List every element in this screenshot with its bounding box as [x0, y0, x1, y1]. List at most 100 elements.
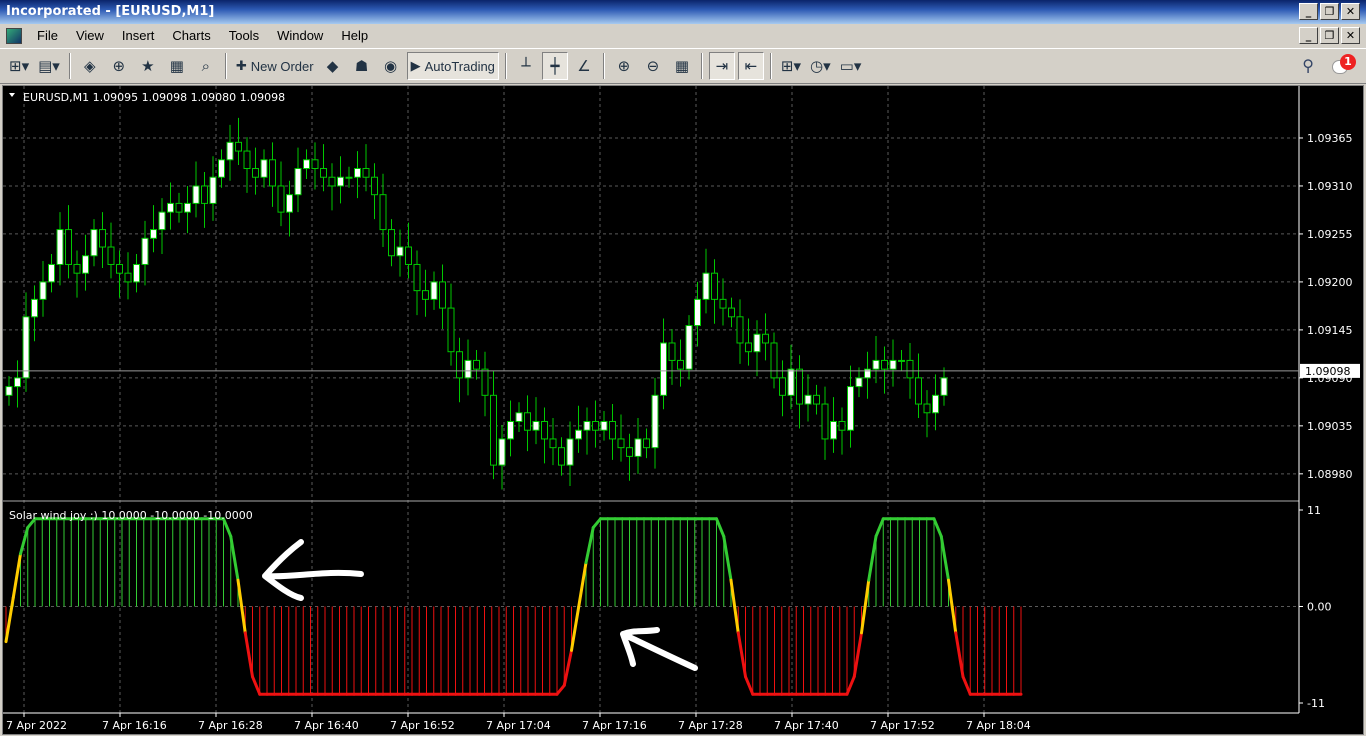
candle	[549, 438, 557, 449]
candle	[184, 202, 191, 213]
candle	[14, 377, 21, 388]
navigator-button[interactable]: ★	[135, 52, 161, 80]
strategy-tester-button[interactable]: ⌕	[193, 52, 219, 80]
zoom-out-icon[interactable]: ⊖	[640, 52, 666, 80]
autotrading-button[interactable]: ▶ AutoTrading	[406, 52, 499, 80]
candlesticks-button[interactable]: ┿	[541, 52, 568, 80]
market-button[interactable]: ◉	[378, 52, 404, 80]
close-button[interactable]: ✕	[1341, 3, 1360, 20]
zoom-in-icon[interactable]: ⊕	[611, 52, 637, 80]
menu-window[interactable]: Window	[268, 28, 332, 43]
indicator-line-segment	[852, 631, 863, 679]
terminal-button[interactable]: ▦	[164, 52, 190, 80]
toolbar: ⊞▾ ▤▾ ◈ ⊕ ★ ▦ ⌕ ✚ New Order ◆ ☗ ◉ ▶ AutoTr…	[0, 48, 1366, 84]
chevron-down-icon[interactable]	[9, 93, 15, 97]
candle	[770, 342, 778, 379]
menu-view[interactable]: View	[67, 28, 113, 43]
current-price-label: 1.09098	[1305, 365, 1351, 378]
indicator-line-segment	[722, 534, 733, 582]
candle	[906, 359, 914, 379]
new-order-label: New Order	[250, 58, 314, 74]
indicator-line-segment	[251, 675, 262, 696]
price-chart[interactable]: 1.09365 1.09310 1.09255 1.09200 1.09145 1.090…	[3, 86, 1364, 735]
mdi-minimize-button[interactable]: _	[1299, 27, 1318, 44]
indicator-plot	[4, 517, 1023, 696]
menu-file[interactable]: File	[28, 28, 67, 43]
candle	[56, 229, 64, 265]
search-icon[interactable]: ⚲	[1302, 56, 1314, 75]
candle	[821, 403, 829, 440]
minimize-button[interactable]: _	[1299, 3, 1318, 20]
time-tick-label: 7 Apr 16:28	[198, 719, 263, 732]
chart-axes: 1.09365 1.09310 1.09255 1.09200 1.09145 1.090…	[3, 86, 1360, 732]
title-bar: Incorporated - [EURUSD,M1] _ ❐ ✕	[0, 0, 1366, 24]
indicator-line-segment	[947, 578, 958, 635]
price-tick-label: 1.09365	[1307, 132, 1353, 145]
templates-button[interactable]: ▭▾	[837, 52, 865, 80]
profiles-button[interactable]: ▤▾	[35, 52, 63, 80]
indicators-button[interactable]: ⊞▾	[778, 52, 804, 80]
candle	[660, 342, 667, 396]
chart-shift-button[interactable]: ⇤	[737, 52, 764, 80]
candle	[583, 420, 591, 431]
notification-count: 1	[1340, 54, 1356, 70]
data-window-button[interactable]: ⊕	[106, 52, 132, 80]
candle	[354, 168, 361, 178]
candle	[124, 272, 132, 283]
candle	[5, 386, 13, 396]
indicator-line-segment	[954, 631, 965, 679]
menu-help[interactable]: Help	[332, 28, 377, 43]
time-tick-label: 7 Apr 2022	[6, 719, 67, 732]
toolbar-separator	[504, 53, 507, 79]
candle	[940, 377, 948, 396]
candle	[541, 420, 548, 440]
mdi-close-button[interactable]: ✕	[1341, 27, 1360, 44]
menu-tools[interactable]: Tools	[220, 28, 268, 43]
candle	[260, 159, 268, 178]
candle	[328, 176, 336, 187]
candle	[813, 394, 820, 405]
menu-insert[interactable]: Insert	[113, 28, 164, 43]
bar-chart-button[interactable]: ┴	[513, 52, 539, 80]
mdi-restore-button[interactable]: ❐	[1320, 27, 1339, 44]
annotation-arrows	[262, 539, 698, 671]
line-chart-button[interactable]: ∠	[571, 52, 597, 80]
chart-window[interactable]: 1.09365 1.09310 1.09255 1.09200 1.09145 1.090…	[2, 85, 1364, 735]
menu-bar: File View Insert Charts Tools Window Hel…	[0, 24, 1366, 47]
periods-button[interactable]: ◷▾	[807, 52, 834, 80]
new-chart-button[interactable]: ⊞▾	[6, 52, 32, 80]
price-tick-label: 1.09255	[1307, 228, 1353, 241]
candle	[456, 351, 463, 379]
auto-scroll-button[interactable]: ⇥	[708, 52, 735, 80]
candle	[243, 150, 251, 170]
candle	[600, 420, 608, 431]
tile-windows-button[interactable]: ▦	[669, 52, 695, 80]
candle	[566, 438, 574, 466]
candle	[889, 359, 897, 370]
market-watch-button[interactable]: ◈	[77, 52, 103, 80]
menu-charts[interactable]: Charts	[163, 28, 219, 43]
signals-button[interactable]: ☗	[349, 52, 375, 80]
candle	[617, 438, 625, 449]
indicator-tick-label: 11	[1307, 504, 1321, 517]
candle	[915, 377, 922, 405]
app-icon[interactable]	[6, 27, 22, 44]
price-tick-label: 1.09200	[1307, 276, 1353, 289]
autotrading-icon: ▶	[410, 58, 421, 73]
time-tick-label: 7 Apr 16:16	[102, 719, 167, 732]
candle	[107, 246, 115, 265]
price-tick-label: 1.09035	[1307, 420, 1353, 433]
candle	[711, 272, 718, 300]
indicator-line-segment	[744, 675, 755, 696]
new-order-button[interactable]: ✚ New Order	[233, 52, 317, 80]
indicator-line-segment	[932, 517, 943, 538]
candle	[898, 359, 905, 362]
candle	[702, 272, 710, 300]
metaeditor-button[interactable]: ◆	[320, 52, 346, 80]
price-tick-label: 1.09145	[1307, 324, 1353, 337]
candle	[736, 316, 744, 344]
indicator-tick-label: -11	[1307, 697, 1325, 710]
restore-button[interactable]: ❐	[1320, 3, 1339, 20]
notifications-icon[interactable]: 1	[1330, 54, 1356, 78]
indicator-line-segment	[243, 631, 254, 679]
